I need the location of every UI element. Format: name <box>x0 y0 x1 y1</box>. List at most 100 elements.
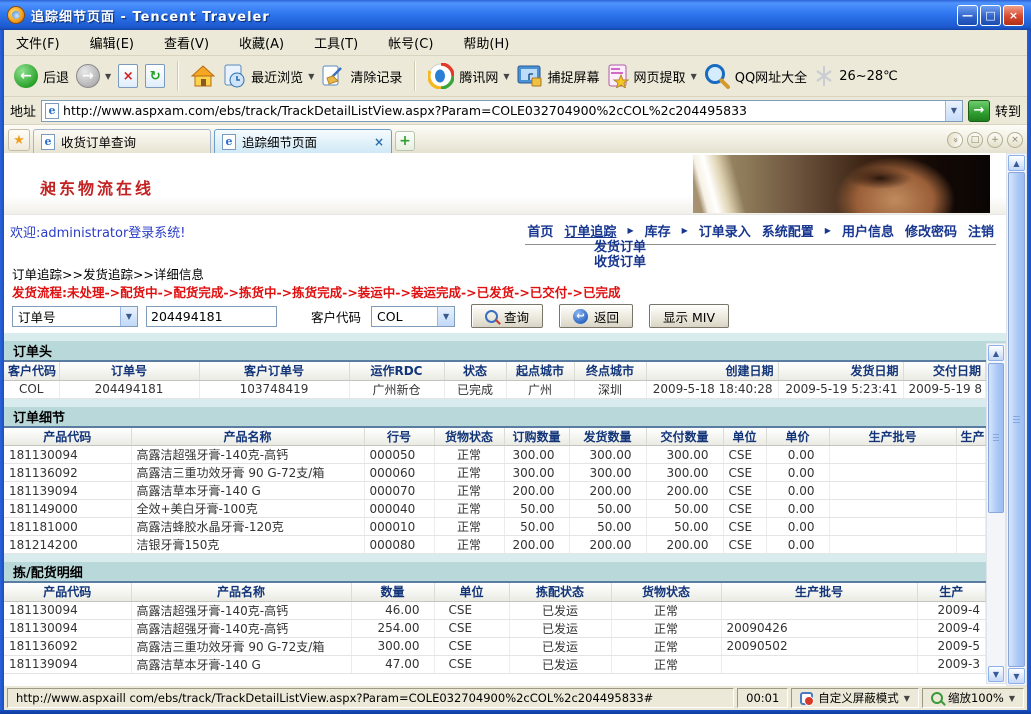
chevron-down-icon[interactable]: ▼ <box>120 307 137 326</box>
menu-favorites[interactable]: 收藏(A) <box>239 33 284 52</box>
column-header: 发货日期 <box>778 361 903 380</box>
chevron-down-icon[interactable]: ▼ <box>904 694 910 703</box>
tencent-dropdown-icon[interactable]: ▼ <box>503 72 509 81</box>
status-time: 00:01 <box>746 691 779 705</box>
tab-restore-button[interactable]: □ <box>967 132 983 148</box>
address-input[interactable]: e http://www.aspxam.com/ebs/track/TrackD… <box>41 100 963 122</box>
table-cell <box>956 536 986 554</box>
nav-item-change-password[interactable]: 修改密码 <box>905 221 957 240</box>
customer-code-select[interactable]: COL ▼ <box>371 306 455 327</box>
scroll-up-button[interactable]: ▲ <box>988 345 1004 361</box>
menu-help[interactable]: 帮助(H) <box>463 33 509 52</box>
column-header: 单位 <box>434 582 509 601</box>
section-title: 拣/配货明细 <box>13 562 83 581</box>
favorites-button[interactable]: ★ <box>8 129 30 151</box>
chevron-down-icon[interactable]: ▼ <box>437 307 454 326</box>
clear-records-button[interactable]: 清除记录 <box>321 64 402 88</box>
menu-tools[interactable]: 工具(T) <box>314 33 358 52</box>
table-cell: 高露洁草本牙膏-140 G <box>131 482 364 500</box>
nav-item-user-info[interactable]: 用户信息 <box>842 221 894 240</box>
nav-item-order-tracking[interactable]: 订单追踪 <box>564 221 616 240</box>
recent-history-button[interactable]: 最近浏览 ▼ <box>222 64 314 88</box>
nav-item-inventory[interactable]: 库存 <box>645 221 671 240</box>
nav-item-system-config[interactable]: 系统配置 <box>762 221 814 240</box>
extract-dropdown-icon[interactable]: ▼ <box>691 72 697 81</box>
order-field-select[interactable]: 订单号 ▼ <box>12 306 138 327</box>
forward-button[interactable]: → ▼ <box>76 64 111 88</box>
go-button[interactable]: → <box>968 100 990 122</box>
table-cell: 深圳 <box>574 380 646 398</box>
menu-view[interactable]: 查看(V) <box>164 33 209 52</box>
table-row: 181130094高露洁超强牙膏-140克-高钙46.00CSE已发运正常200… <box>4 601 986 619</box>
column-header: 单价 <box>766 427 829 446</box>
block-mode-label: 自定义屏蔽模式 <box>818 690 899 706</box>
refresh-button[interactable]: ↻ <box>145 64 165 88</box>
window-controls: — □ × <box>957 5 1024 26</box>
table-cell: 高露洁超强牙膏-140克-高钙 <box>131 601 351 619</box>
back-label: 后退 <box>43 67 69 86</box>
table-cell: 200.00 <box>646 482 723 500</box>
tab-list-button[interactable]: » <box>947 132 963 148</box>
scroll-down-button[interactable]: ▼ <box>988 666 1004 682</box>
table-cell: 000050 <box>364 446 434 464</box>
nav-item-logout[interactable]: 注销 <box>968 221 994 240</box>
shipping-flow-text: 发货流程:未处理->配货中->配货完成->拣货中->拣货完成->装运中->装运完… <box>4 279 1006 299</box>
table-cell: 46.00 <box>351 601 434 619</box>
table-cell: 正常 <box>434 518 504 536</box>
show-miv-button[interactable]: 显示 MIV <box>649 304 729 328</box>
capture-screen-button[interactable]: 捕捉屏幕 <box>517 64 600 88</box>
go-label[interactable]: 转到 <box>995 101 1021 120</box>
weather-widget[interactable]: 26~28℃ <box>814 64 898 88</box>
table-cell: 已发运 <box>509 655 611 673</box>
table-cell: 广州新仓 <box>349 380 444 398</box>
web-extract-button[interactable]: 网页提取 ▼ <box>607 64 697 88</box>
minimize-button[interactable]: — <box>957 5 978 26</box>
recent-dropdown-icon[interactable]: ▼ <box>308 72 314 81</box>
scrollbar-thumb[interactable] <box>1008 172 1025 667</box>
chevron-down-icon[interactable]: ▼ <box>1009 694 1015 703</box>
block-mode-button[interactable]: 自定义屏蔽模式 ▼ <box>791 688 919 708</box>
close-button[interactable]: × <box>1003 5 1024 26</box>
table-row: COL204494181103748419广州新仓已完成广州深圳2009-5-1… <box>4 380 986 398</box>
table-cell: CSE <box>723 518 766 536</box>
menu-account[interactable]: 帐号(C) <box>388 33 433 52</box>
query-button[interactable]: 查询 <box>471 304 543 328</box>
tab-track-detail-page[interactable]: e 追踪细节页面 × <box>214 129 392 153</box>
order-number-input[interactable] <box>146 306 277 327</box>
nav-item-order-entry[interactable]: 订单录入 <box>699 221 751 240</box>
subnav-item-receiving-orders[interactable]: 收货订单 <box>594 256 646 270</box>
tab-pin-button[interactable]: + <box>987 132 1003 148</box>
back-button[interactable]: ← 后退 <box>14 64 69 88</box>
inner-scrollbar[interactable]: ▲ ▼ <box>986 343 1006 684</box>
qq-nav-button[interactable]: QQ网址大全 <box>704 63 807 89</box>
stop-button[interactable]: × <box>118 64 138 88</box>
table-cell: 181136092 <box>4 637 131 655</box>
add-tab-button[interactable]: + <box>395 131 415 151</box>
scroll-down-button[interactable]: ▼ <box>1008 668 1025 684</box>
weather-icon <box>814 64 834 88</box>
tab-close-icon[interactable]: × <box>374 135 384 149</box>
tab-receiving-order-query[interactable]: e 收货订单查询 <box>33 129 211 153</box>
table-cell: 高露洁三重功效牙膏 90 G-72支/箱 <box>131 637 351 655</box>
home-button[interactable] <box>191 65 215 87</box>
page-scrollbar[interactable]: ▲ ▼ <box>1006 153 1027 686</box>
return-button[interactable]: ↩ 返回 <box>559 304 633 328</box>
status-bar: http://www.aspxaill com/ebs/track/TrackD… <box>4 686 1027 710</box>
table-cell: CSE <box>434 619 509 637</box>
forward-dropdown-icon[interactable]: ▼ <box>105 72 111 81</box>
order-field-value: 订单号 <box>18 307 56 326</box>
maximize-button[interactable]: □ <box>980 5 1001 26</box>
site-logo: 昶东物流在线 <box>40 175 154 199</box>
menu-file[interactable]: 文件(F) <box>16 33 60 52</box>
address-dropdown-button[interactable]: ▼ <box>945 101 962 121</box>
tencent-site-button[interactable]: 腾讯网 ▼ <box>428 63 509 89</box>
nav-item-home[interactable]: 首页 <box>527 221 553 240</box>
scroll-up-button[interactable]: ▲ <box>1008 155 1025 171</box>
subnav-item-shipping-orders[interactable]: 发货订单 <box>594 241 646 255</box>
tab-close-all-button[interactable]: × <box>1007 132 1023 148</box>
scrollbar-thumb[interactable] <box>988 363 1004 513</box>
zoom-button[interactable]: 缩放100% ▼ <box>922 688 1024 708</box>
menu-edit[interactable]: 编辑(E) <box>90 33 134 52</box>
table-cell: 0.00 <box>766 500 829 518</box>
table-cell: 204494181 <box>59 380 199 398</box>
